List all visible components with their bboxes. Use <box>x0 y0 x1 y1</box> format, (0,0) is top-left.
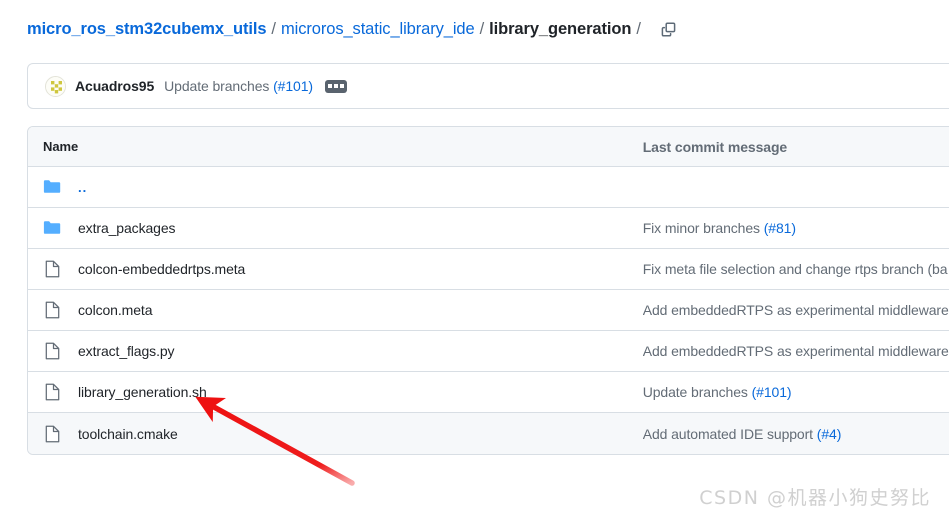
page-root: micro_ros_stm32cubemx_utils / microros_s… <box>0 0 949 522</box>
row-name-cell: colcon.meta <box>28 301 643 319</box>
file-icon <box>43 342 61 360</box>
breadcrumb-separator-3: / <box>636 20 641 38</box>
commit-message[interactable]: Update branches (#101) <box>164 78 313 94</box>
row-name-cell: extract_flags.py <box>28 342 643 360</box>
folder-icon <box>43 219 61 237</box>
table-row[interactable]: extract_flags.py Add embeddedRTPS as expe… <box>28 331 949 372</box>
ellipsis-dot <box>340 84 344 88</box>
row-commit-pr-link[interactable]: (#81) <box>764 220 796 236</box>
row-name-link[interactable]: toolchain.cmake <box>78 426 178 442</box>
row-name-link[interactable]: colcon-embeddedrtps.meta <box>78 261 245 277</box>
breadcrumb-repo-link[interactable]: micro_ros_stm32cubemx_utils <box>27 18 267 40</box>
table-header-row: Name Last commit message <box>28 127 949 167</box>
row-commit-message-text: Update branches <box>642 384 752 400</box>
row-commit-message-text: Add embeddedRTPS as experimental middlew… <box>642 302 949 318</box>
row-name-link[interactable]: extra_packages <box>78 220 176 236</box>
row-name-link[interactable]: extract_flags.py <box>78 343 175 359</box>
commit-message-pr-link[interactable]: (#101) <box>273 78 313 94</box>
table-row[interactable]: colcon-embeddedrtps.meta Fix meta file se… <box>28 249 949 290</box>
avatar <box>45 75 66 97</box>
row-name-cell: .. <box>28 178 643 196</box>
copy-path-icon[interactable] <box>658 18 680 40</box>
table-row[interactable]: library_generation.sh Update branches (#1… <box>28 372 949 413</box>
commit-author-name[interactable]: Acuadros95 <box>75 78 154 94</box>
row-commit-message-cell[interactable]: Fix meta file selection and change rtps … <box>643 261 949 277</box>
ellipsis-dot <box>334 84 338 88</box>
breadcrumb-separator-2: / <box>479 20 485 38</box>
file-icon <box>43 301 61 319</box>
row-name-cell: library_generation.sh <box>28 383 643 401</box>
breadcrumb: micro_ros_stm32cubemx_utils / microros_s… <box>27 18 680 40</box>
table-row[interactable]: colcon.meta Add embeddedRTPS as experimen… <box>28 290 949 331</box>
row-commit-message-text: Fix meta file selection and change rtps … <box>642 261 948 277</box>
row-name-link[interactable]: library_generation.sh <box>78 384 207 400</box>
breadcrumb-folder-link[interactable]: microros_static_library_ide <box>281 18 475 40</box>
row-name-cell: extra_packages <box>28 219 643 237</box>
latest-commit-bar: Acuadros95 Update branches (#101) <box>27 63 949 109</box>
ellipsis-dot <box>328 84 332 88</box>
row-commit-message-text: Add embeddedRTPS as experimental middlew… <box>642 343 949 359</box>
row-commit-message-cell[interactable]: Update branches (#101) <box>643 384 949 400</box>
table-row[interactable]: toolchain.cmake Add automated IDE support… <box>28 413 949 454</box>
row-commit-message-text: Add automated IDE support <box>642 425 817 442</box>
column-header-name: Name <box>43 139 79 154</box>
file-listing-table: Name Last commit message .. extra_package… <box>27 126 949 455</box>
table-row[interactable]: .. <box>28 167 949 208</box>
row-commit-pr-link[interactable]: (#4) <box>817 426 842 442</box>
row-commit-message-cell[interactable]: Add embeddedRTPS as experimental middlew… <box>643 302 949 318</box>
parent-directory-link[interactable]: .. <box>78 180 87 195</box>
file-icon <box>43 383 61 401</box>
file-icon <box>43 425 61 443</box>
row-name-cell: colcon-embeddedrtps.meta <box>28 260 643 278</box>
row-commit-message-cell[interactable]: Fix minor branches (#81) <box>643 220 949 236</box>
column-header-last-commit-message: Last commit message <box>642 138 788 155</box>
row-commit-message-text: Fix minor branches <box>642 220 764 236</box>
table-row[interactable]: extra_packages Fix minor branches (#81) <box>28 208 949 249</box>
folder-icon <box>43 178 61 196</box>
commit-message-text: Update branches <box>164 78 274 94</box>
row-name-link[interactable]: colcon.meta <box>78 302 152 318</box>
table-body: .. extra_packages Fix minor branches (#81)… <box>28 167 949 454</box>
breadcrumb-current-folder: library_generation <box>489 20 632 38</box>
row-name-cell: toolchain.cmake <box>28 425 643 443</box>
breadcrumb-separator-1: / <box>271 20 277 38</box>
row-commit-pr-link[interactable]: (#101) <box>752 384 792 400</box>
row-commit-message-cell[interactable]: Add automated IDE support (#4) <box>643 426 949 442</box>
ellipsis-icon[interactable] <box>324 79 347 93</box>
file-icon <box>43 260 61 278</box>
row-commit-message-cell[interactable]: Add embeddedRTPS as experimental middlew… <box>643 343 949 359</box>
watermark: CSDN @机器小狗史努比 <box>699 487 931 509</box>
